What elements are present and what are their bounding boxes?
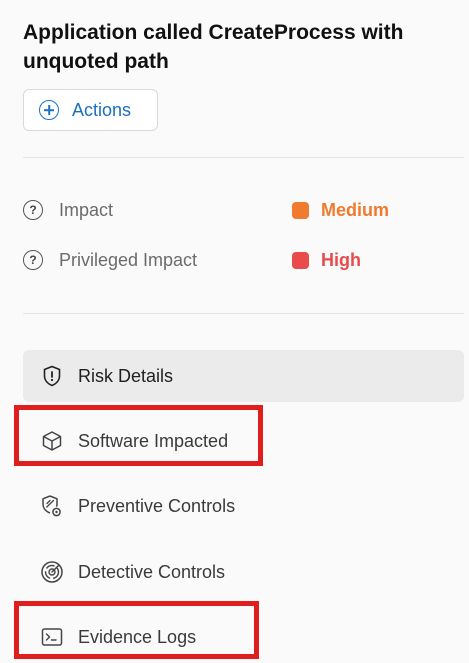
highlight-box-software-impacted — [14, 405, 263, 466]
privileged-impact-label: Privileged Impact — [59, 249, 198, 270]
help-circle-icon[interactable]: ? — [23, 200, 43, 220]
nav-item-label: Detective Controls — [78, 561, 226, 582]
nav-item-label: Risk Details — [78, 365, 174, 386]
nav-item-label: Preventive Controls — [78, 495, 236, 516]
actions-button[interactable]: Actions — [23, 89, 158, 131]
shield-settings-icon — [40, 494, 64, 518]
actions-button-label: Actions — [72, 99, 132, 120]
plus-circle-icon — [39, 100, 59, 120]
page-title: Application called CreateProcess with un… — [23, 21, 404, 73]
impact-label: Impact — [59, 199, 114, 220]
impact-row: ? Impact Medium — [23, 197, 464, 223]
shield-alert-icon — [40, 364, 64, 388]
nav-item-detective-controls[interactable]: Detective Controls — [23, 546, 464, 598]
privileged-impact-value: High — [321, 249, 361, 270]
divider — [23, 313, 464, 314]
nav-item-preventive-controls[interactable]: Preventive Controls — [23, 480, 464, 532]
privileged-impact-severity-dot — [292, 251, 309, 269]
nav-item-risk-details[interactable]: Risk Details — [23, 350, 464, 402]
impact-value: Medium — [321, 199, 390, 220]
impact-severity-dot — [292, 201, 309, 219]
divider — [23, 157, 464, 158]
help-circle-icon[interactable]: ? — [23, 250, 43, 270]
radar-icon — [40, 560, 64, 584]
highlight-box-evidence-logs — [14, 601, 259, 659]
privileged-impact-row: ? Privileged Impact High — [23, 247, 464, 273]
